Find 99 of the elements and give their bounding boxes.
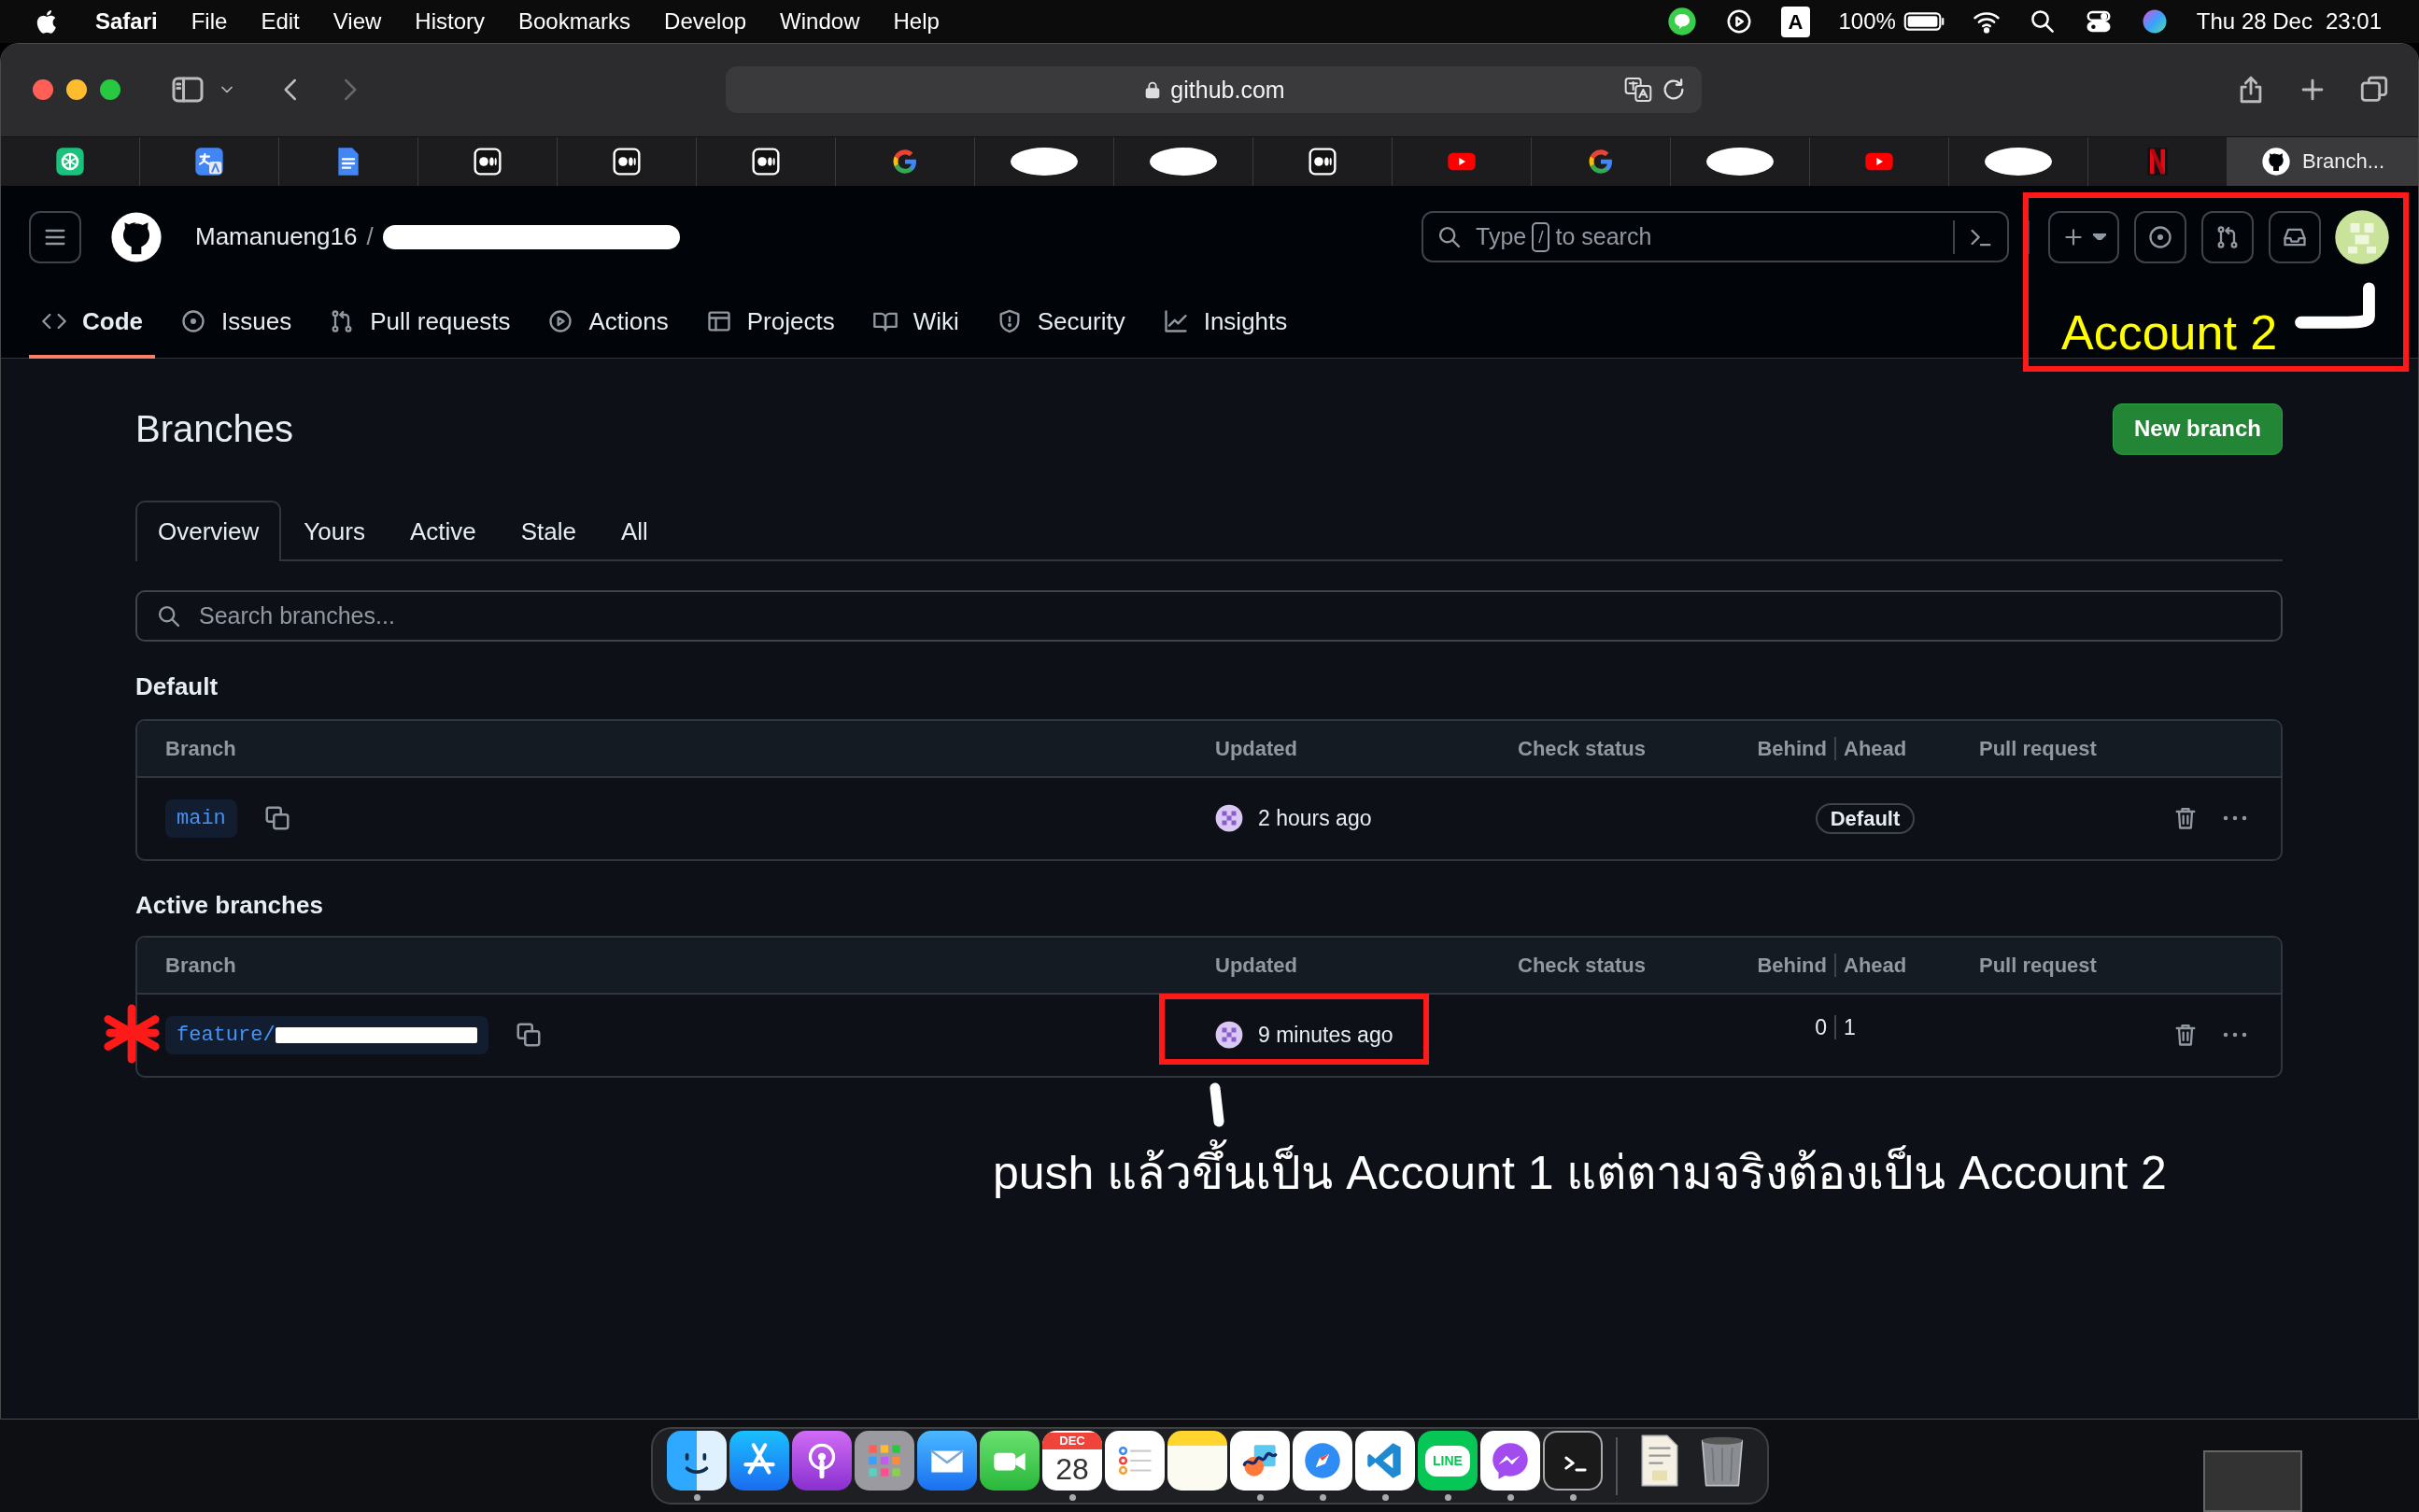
menu-item[interactable]: Window <box>780 5 860 38</box>
repo-tab[interactable]: Issues <box>168 288 304 359</box>
minimize-button[interactable] <box>66 79 87 101</box>
running-indicator <box>1068 1494 1076 1501</box>
cat-logo-icon <box>2260 146 2291 177</box>
search-field[interactable]: Type / to search <box>1422 211 2009 263</box>
cat-logo-icon[interactable] <box>109 209 163 264</box>
drawing-app-icon[interactable] <box>1228 1431 1292 1501</box>
repo-owner-link[interactable]: Mamanueng16 <box>195 219 358 256</box>
menu-bar-date[interactable]: Thu 28 Dec <box>2196 5 2313 38</box>
repo-tab[interactable]: Security <box>983 288 1138 359</box>
filter-tab[interactable]: Stale <box>498 500 599 561</box>
menu-item[interactable]: Bookmarks <box>518 5 631 38</box>
filter-tab[interactable]: Yours <box>281 500 388 561</box>
caret-icon <box>2093 233 2106 241</box>
ahead-count: 1 <box>1834 1014 1856 1039</box>
column-header: Updated <box>1215 736 1297 760</box>
default-label: Default <box>1815 803 1916 834</box>
column-header: Behind <box>1757 736 1827 760</box>
repo-tab[interactable]: Insights <box>1150 288 1300 359</box>
repo-tab[interactable]: Actions <box>535 288 681 359</box>
menu-bar-time[interactable]: 23:01 <box>2325 5 2382 38</box>
updated-time: 9 minutes ago <box>1258 1022 1393 1049</box>
graph-icon <box>1162 308 1189 335</box>
terminal-app-icon[interactable] <box>1541 1431 1605 1501</box>
menu-item[interactable]: View <box>332 5 382 38</box>
running-indicator <box>1569 1494 1577 1501</box>
column-header: Check status <box>1518 736 1646 760</box>
section-heading: Active branches <box>135 890 324 922</box>
dots-app-icon <box>1308 146 1337 177</box>
annotation-label: Account 2 <box>2061 308 2278 357</box>
prompt-icon <box>1564 1455 1587 1472</box>
column-header: Updated <box>1215 953 1297 977</box>
running-indicator <box>693 1494 700 1501</box>
create-new-button[interactable] <box>2048 210 2119 263</box>
translate-app-icon <box>194 146 224 177</box>
avatar-icon <box>1215 1021 1243 1050</box>
column-header: Check status <box>1518 953 1646 977</box>
annotation-note: push แล้วขึ้นเป็น Account 1 แต่ตามจริงต้องเป็น Account 2 <box>989 1134 2171 1213</box>
running-indicator <box>1381 1494 1389 1501</box>
code-editor-app-icon[interactable] <box>1353 1431 1417 1501</box>
column-header: Ahead <box>1834 736 1907 760</box>
chat-bot-icon <box>55 146 85 177</box>
app-menu[interactable]: Safari <box>95 5 158 38</box>
running-indicator <box>1507 1494 1514 1501</box>
filter-tab[interactable]: Overview <box>135 500 282 561</box>
battery-percentage: 100% <box>1838 7 1896 35</box>
dots-app-icon <box>612 146 642 177</box>
dots-app-icon <box>751 146 781 177</box>
issue-icon <box>180 308 206 335</box>
running-indicator <box>1444 1494 1451 1501</box>
battery-icon[interactable] <box>1903 9 1945 34</box>
running-indicator <box>1256 1494 1264 1501</box>
repo-tab[interactable]: Wiki <box>859 288 971 359</box>
section-heading: Default <box>135 671 219 703</box>
filter-tab[interactable]: All <box>599 500 671 561</box>
inbox-button[interactable] <box>2269 210 2321 263</box>
column-header: Branch <box>165 953 236 977</box>
messenger-app-icon[interactable] <box>1478 1431 1542 1501</box>
user-avatar[interactable] <box>2334 208 2390 265</box>
issues-button[interactable] <box>2134 210 2186 263</box>
browser-tab[interactable]: Branch... <box>2228 136 2418 186</box>
menu-item[interactable]: File <box>191 5 228 38</box>
page-title: Branches <box>135 407 293 452</box>
dots-app-icon <box>473 146 502 177</box>
filter-tab[interactable]: Active <box>387 500 499 561</box>
repo-tab[interactable]: Pull requests <box>317 288 523 359</box>
branch-name-link[interactable]: feature/ <box>165 1015 488 1054</box>
input-source-indicator[interactable]: A <box>1780 6 1811 37</box>
compass-app-icon[interactable] <box>1291 1431 1354 1501</box>
column-header: Branch <box>165 736 236 760</box>
branch-search-field[interactable]: Search branches... <box>135 589 2283 642</box>
menu-button[interactable] <box>29 210 81 263</box>
face-app-icon[interactable] <box>665 1431 729 1501</box>
menu-item[interactable]: Edit <box>261 5 300 38</box>
path-separator: / <box>366 221 374 253</box>
issue-icon <box>2147 223 2173 250</box>
menu-item[interactable]: Help <box>893 5 940 38</box>
column-header: Behind <box>1757 953 1827 977</box>
new-branch-button[interactable]: New branch <box>2112 403 2283 455</box>
updated-time: 2 hours ago <box>1258 805 1372 832</box>
repo-tab[interactable]: Projects <box>693 288 847 359</box>
play-icon <box>547 308 574 335</box>
column-header: Ahead <box>1834 953 1907 977</box>
pull-requests-button[interactable] <box>2201 210 2254 263</box>
column-header: Pull request <box>1979 736 2097 760</box>
chat-app-icon[interactable] <box>1666 7 1697 36</box>
avatar-icon <box>1215 804 1243 833</box>
branch-name-link[interactable]: main <box>165 798 237 838</box>
menu-item[interactable]: Develop <box>664 5 747 38</box>
repo-tab[interactable]: Code <box>29 288 155 359</box>
close-button[interactable] <box>33 79 53 101</box>
column-header: Pull request <box>1979 953 2097 977</box>
zoom-button[interactable] <box>100 79 120 101</box>
menu-item[interactable]: History <box>415 5 485 38</box>
behind-count: 0 <box>1815 1014 1827 1039</box>
shortcut-key: / <box>1532 221 1550 252</box>
address-bar[interactable]: github.com <box>726 66 1702 114</box>
running-indicator <box>1319 1494 1326 1501</box>
